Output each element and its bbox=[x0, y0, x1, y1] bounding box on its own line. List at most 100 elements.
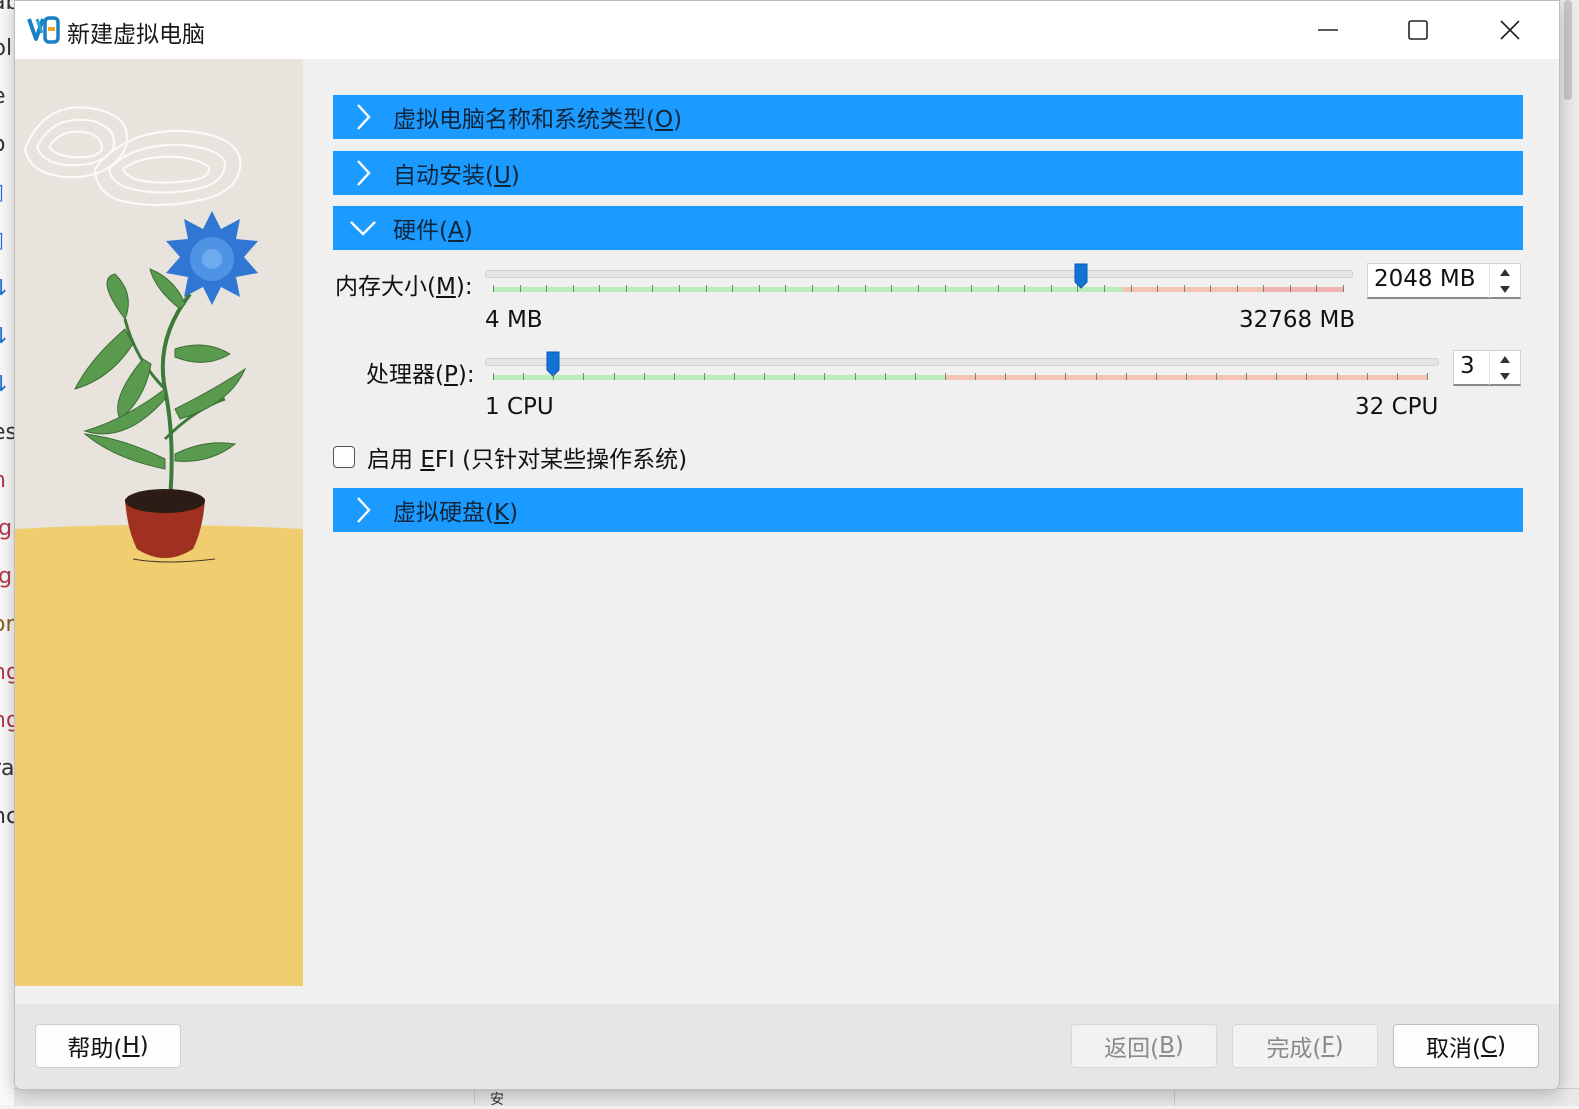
section-virtual-disk-header[interactable]: 虚拟硬盘(K) bbox=[333, 488, 1523, 532]
processor-count-value[interactable]: 3 bbox=[1460, 353, 1475, 379]
slider-tick bbox=[1246, 373, 1248, 380]
spin-up-button[interactable] bbox=[1490, 264, 1520, 281]
cancel-button[interactable]: 取消(C) bbox=[1393, 1024, 1539, 1068]
slider-tick bbox=[1077, 285, 1079, 292]
slider-tick bbox=[891, 285, 893, 292]
slider-tick bbox=[854, 373, 856, 380]
slider-tick bbox=[493, 373, 494, 380]
background-text: bl bbox=[0, 36, 13, 61]
section-auto-install-header[interactable]: 自动安装(U) bbox=[333, 151, 1523, 195]
slider-tick bbox=[864, 285, 866, 292]
slider-tick bbox=[971, 285, 973, 292]
memory-size-slider[interactable] bbox=[485, 263, 1355, 303]
slider-tick bbox=[884, 373, 886, 380]
spin-up-button[interactable] bbox=[1490, 351, 1520, 368]
slider-tick bbox=[1210, 285, 1212, 292]
wizard-content: 虚拟电脑名称和系统类型(O) 自动安装(U) 硬件(A) 内存大小(M): 4 … bbox=[333, 59, 1533, 986]
maximize-button[interactable] bbox=[1373, 1, 1463, 59]
wizard-illustration bbox=[15, 59, 303, 986]
maximize-icon bbox=[1408, 20, 1428, 40]
slider-tick bbox=[1103, 285, 1105, 292]
slider-tick bbox=[794, 373, 796, 380]
section-label: 虚拟电脑名称和系统类型(O) bbox=[393, 107, 683, 133]
processor-slider[interactable] bbox=[485, 351, 1441, 391]
arrow-down-icon: ↓ bbox=[0, 276, 11, 301]
slider-tick bbox=[1130, 285, 1132, 292]
slider-tick bbox=[914, 373, 916, 380]
slider-tick bbox=[975, 373, 977, 380]
memory-size-spinbox[interactable]: 2048 MB bbox=[1367, 263, 1521, 299]
memory-size-value[interactable]: 2048 MB bbox=[1374, 266, 1475, 292]
finish-button[interactable]: 完成(F) bbox=[1232, 1024, 1378, 1068]
slider-tick bbox=[493, 285, 494, 292]
slider-tick bbox=[1343, 285, 1344, 292]
close-button[interactable] bbox=[1465, 1, 1555, 59]
caret-up-icon bbox=[1500, 269, 1510, 276]
slider-tick bbox=[1095, 373, 1097, 380]
spin-down-button[interactable] bbox=[1490, 281, 1520, 298]
slider-tick bbox=[1263, 285, 1265, 292]
virtualbox-logo-icon bbox=[27, 16, 60, 44]
slider-tick bbox=[652, 285, 654, 292]
slider-tick bbox=[1155, 373, 1157, 380]
background-text: ng bbox=[0, 708, 14, 733]
slider-tick bbox=[1216, 373, 1218, 380]
help-button[interactable]: 帮助(H) bbox=[35, 1024, 181, 1068]
back-button[interactable]: 返回(B) bbox=[1071, 1024, 1217, 1068]
slider-tick bbox=[1185, 373, 1187, 380]
title-bar[interactable]: 新建虚拟电脑 bbox=[15, 1, 1559, 59]
processor-min-label: 1 CPU bbox=[485, 394, 554, 420]
slider-tick bbox=[732, 285, 734, 292]
section-hardware-header[interactable]: 硬件(A) bbox=[333, 206, 1523, 250]
section-label: 自动安装(U) bbox=[393, 163, 520, 189]
slider-tick bbox=[572, 285, 574, 292]
section-label: 硬件(A) bbox=[393, 218, 473, 244]
arrow-down-icon: ↓ bbox=[0, 324, 11, 349]
caret-down-icon bbox=[1500, 286, 1510, 293]
section-name-os-header[interactable]: 虚拟电脑名称和系统类型(O) bbox=[333, 95, 1523, 139]
slider-tick bbox=[553, 373, 555, 380]
slider-tick bbox=[1306, 373, 1308, 380]
minimize-button[interactable] bbox=[1283, 1, 1373, 59]
slider-tick bbox=[546, 285, 548, 292]
minimize-icon bbox=[1318, 29, 1338, 31]
slider-tick bbox=[703, 373, 705, 380]
processor-label: 处理器(P): bbox=[366, 362, 475, 388]
slider-tick bbox=[705, 285, 707, 292]
background-text: ab bbox=[0, 0, 14, 15]
slider-tick bbox=[1396, 373, 1398, 380]
background-statusbar: 安 bbox=[14, 1088, 1579, 1108]
slider-tick bbox=[1024, 285, 1026, 292]
slider-tick bbox=[1276, 373, 1278, 380]
background-text: ra bbox=[0, 756, 14, 781]
processor-max-label: 32 CPU bbox=[1355, 394, 1439, 420]
background-text: o bbox=[0, 132, 5, 157]
chevron-down-icon bbox=[350, 221, 376, 236]
slider-tick bbox=[1289, 285, 1291, 292]
enable-efi-label[interactable]: 启用 EFI (只针对某些操作系统) bbox=[367, 440, 687, 474]
chevron-right-icon bbox=[357, 104, 371, 130]
background-text: n bbox=[0, 468, 6, 493]
slider-tick bbox=[1005, 373, 1007, 380]
background-text: or bbox=[0, 612, 14, 637]
slider-tick bbox=[643, 373, 645, 380]
slider-tick bbox=[758, 285, 760, 292]
window-title: 新建虚拟电脑 bbox=[67, 22, 205, 48]
slider-tick bbox=[1336, 373, 1338, 380]
slider-tick bbox=[918, 285, 919, 292]
slider-tick bbox=[583, 373, 585, 380]
slider-tick bbox=[1125, 373, 1127, 380]
enable-efi-option[interactable]: 启用 EFI (只针对某些操作系统) bbox=[333, 441, 687, 473]
enable-efi-checkbox[interactable] bbox=[333, 446, 355, 468]
slider-tick bbox=[599, 285, 601, 292]
background-text: e bbox=[0, 84, 6, 109]
slider-tick bbox=[824, 373, 826, 380]
background-app-strip: ab bl e o ▯ ▯ ↓ ↓ ↓ es n ig ig or ng ng … bbox=[0, 0, 14, 1105]
slider-tick bbox=[785, 285, 787, 292]
slider-tick bbox=[1366, 373, 1368, 380]
processor-count-spinbox[interactable]: 3 bbox=[1453, 350, 1521, 386]
slider-tick bbox=[1157, 285, 1159, 292]
background-text: es bbox=[0, 420, 14, 445]
spin-down-button[interactable] bbox=[1490, 368, 1520, 385]
memory-min-label: 4 MB bbox=[485, 307, 543, 333]
